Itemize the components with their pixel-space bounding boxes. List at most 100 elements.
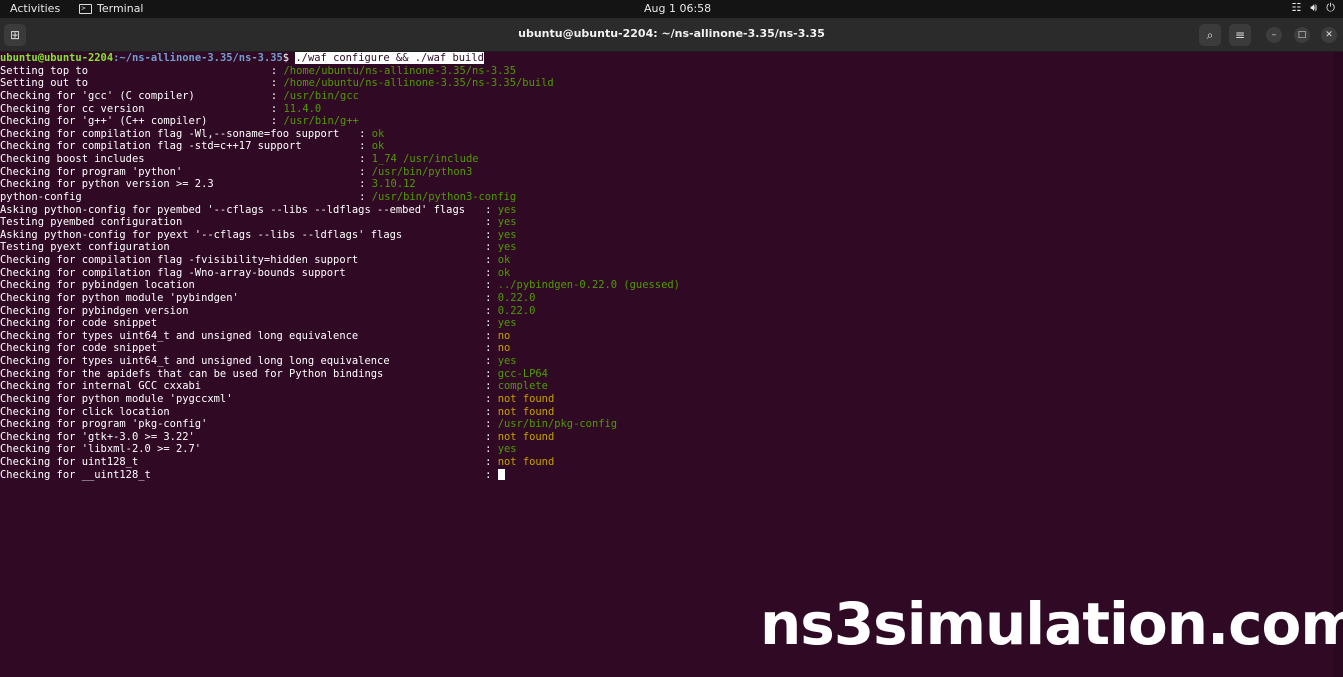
- output-line: Checking for __uint128_t:: [0, 468, 1334, 483]
- output-line: Checking boost includes:1_74 /usr/includ…: [0, 153, 1334, 166]
- separator-colon: :: [485, 241, 492, 254]
- check-label: Checking for 'gtk+-3.0 >= 3.22': [0, 430, 195, 443]
- output-line: python-config: /usr/bin/python3-config: [0, 191, 1334, 204]
- check-label: Setting out to: [0, 77, 88, 90]
- check-result: ok: [371, 140, 385, 153]
- clock[interactable]: Aug 1 06:58: [644, 2, 711, 15]
- check-result: not found: [497, 430, 555, 443]
- check-label: Checking for pybindgen version: [0, 304, 189, 317]
- output-line: Checking for compilation flag -Wno-array…: [0, 267, 1334, 280]
- check-result: yes: [497, 203, 517, 216]
- check-label: Checking for cc version: [0, 102, 145, 115]
- check-label: Checking for the apidefs that can be use…: [0, 367, 384, 380]
- output-line: Setting top to: /home/ubuntu/ns-allinone-…: [0, 65, 1334, 78]
- watermark-text: ns3simulation.com: [760, 590, 1343, 658]
- check-result: no: [497, 329, 511, 342]
- separator-colon: :: [485, 317, 492, 330]
- close-button[interactable]: ✕: [1321, 27, 1337, 43]
- separator-colon: :: [485, 304, 492, 317]
- separator-colon: :: [485, 342, 492, 355]
- output-line: Checking for click location: not found: [0, 406, 1334, 419]
- check-result: no: [497, 342, 511, 355]
- separator-colon: :: [485, 279, 492, 292]
- check-result: ok: [371, 127, 385, 140]
- output-line: Checking for program 'python': /usr/bin/p…: [0, 166, 1334, 179]
- output-line: Checking for types uint64_t and unsigned…: [0, 355, 1334, 368]
- separator-colon: :: [359, 127, 366, 140]
- separator-colon: :: [485, 456, 492, 468]
- separator-colon: :: [485, 405, 492, 418]
- configure-output: Setting top to: /home/ubuntu/ns-allinone-…: [0, 65, 1334, 482]
- separator-colon: :: [485, 468, 492, 481]
- check-result: /usr/bin/g++: [283, 115, 359, 128]
- output-line: Checking for pybindgen location: ../pybin…: [0, 279, 1334, 292]
- terminal-cursor: [497, 468, 505, 483]
- minimize-icon: –: [1271, 30, 1277, 40]
- check-result: 0.22.0: [497, 304, 536, 317]
- check-label: Checking for python module 'pygccxml': [0, 392, 233, 405]
- check-label: Checking for program 'pkg-config': [0, 418, 208, 431]
- prompt-command: ./waf configure && ./waf build: [295, 52, 484, 64]
- prompt-path: :~/ns-allinone-3.35/ns-3.35: [113, 52, 283, 64]
- separator-colon: :: [485, 430, 492, 443]
- check-label: Checking for 'g++' (C++ compiler): [0, 115, 208, 128]
- check-result: not found: [497, 392, 555, 405]
- separator-colon: :: [270, 102, 278, 115]
- check-result: yes: [497, 216, 517, 229]
- check-result: gcc-LP64: [497, 367, 548, 380]
- maximize-icon: □: [1297, 30, 1307, 40]
- separator-colon: :: [359, 178, 366, 191]
- check-label: Checking for program 'python': [0, 165, 183, 178]
- system-tray[interactable]: ☷ 🔊︎ ⏻: [1291, 1, 1335, 15]
- network-icon: ☷: [1291, 1, 1302, 14]
- app-menu-terminal[interactable]: > Terminal: [79, 2, 144, 15]
- check-result: /usr/bin/pkg-config: [497, 418, 618, 431]
- separator-colon: :: [359, 153, 366, 165]
- check-result: yes: [497, 317, 517, 330]
- output-line: Checking for 'gcc' (C compiler): /usr/bin…: [0, 90, 1334, 103]
- check-label: Checking for types uint64_t and unsigned…: [0, 329, 359, 342]
- separator-colon: :: [359, 140, 366, 153]
- check-label: Checking for code snippet: [0, 317, 158, 330]
- terminal-scrollbar[interactable]: [1334, 52, 1343, 677]
- prompt-symbol: $: [282, 52, 296, 64]
- separator-colon: :: [270, 77, 278, 90]
- output-line: Checking for python module 'pygccxml': no…: [0, 393, 1334, 406]
- activities-button[interactable]: Activities: [10, 2, 60, 15]
- check-label: Testing pyembed configuration: [0, 216, 183, 229]
- separator-colon: :: [485, 418, 492, 431]
- separator-colon: :: [485, 291, 492, 304]
- separator-colon: :: [485, 329, 492, 342]
- terminal-output[interactable]: ubuntu@ubuntu-2204:~/ns-allinone-3.35/ns…: [0, 52, 1334, 677]
- minimize-button[interactable]: –: [1266, 27, 1282, 43]
- check-result: /usr/bin/gcc: [283, 89, 359, 102]
- menu-button[interactable]: ≡: [1229, 24, 1251, 46]
- check-label: Asking python-config for pyembed '--cfla…: [0, 203, 466, 216]
- check-label: Checking boost includes: [0, 153, 145, 165]
- separator-colon: :: [485, 443, 492, 456]
- check-label: Checking for internal GCC cxxabi: [0, 380, 202, 393]
- check-label: Checking for pybindgen location: [0, 279, 195, 292]
- separator-colon: :: [485, 380, 492, 393]
- close-icon: ✕: [1325, 30, 1333, 40]
- check-result: not found: [497, 405, 555, 418]
- check-result: yes: [497, 241, 517, 254]
- output-line: Checking for python module 'pybindgen':0…: [0, 292, 1334, 305]
- output-line: Checking for 'libxml-2.0 >= 2.7': yes: [0, 443, 1334, 456]
- terminal-headerbar: ⊞ ubuntu@ubuntu-2204: ~/ns-allinone-3.35…: [0, 18, 1343, 52]
- output-line: Checking for types uint64_t and unsigned…: [0, 330, 1334, 343]
- check-result: /usr/bin/python3-config: [371, 190, 517, 203]
- window-title: ubuntu@ubuntu-2204: ~/ns-allinone-3.35/n…: [518, 27, 825, 40]
- prompt-user-host: ubuntu@ubuntu-2204: [0, 52, 114, 64]
- maximize-button[interactable]: □: [1294, 27, 1310, 43]
- check-result: complete: [497, 380, 548, 393]
- separator-colon: :: [485, 355, 492, 367]
- check-result: yes: [497, 355, 517, 367]
- search-button[interactable]: ⌕: [1199, 24, 1221, 46]
- separator-colon: :: [485, 367, 492, 380]
- separator-colon: :: [359, 165, 366, 178]
- terminal-app-icon: >: [79, 3, 92, 14]
- check-result: 0.22.0: [497, 291, 536, 304]
- check-label: Checking for 'libxml-2.0 >= 2.7': [0, 443, 202, 456]
- check-label: Checking for compilation flag -Wno-array…: [0, 266, 346, 279]
